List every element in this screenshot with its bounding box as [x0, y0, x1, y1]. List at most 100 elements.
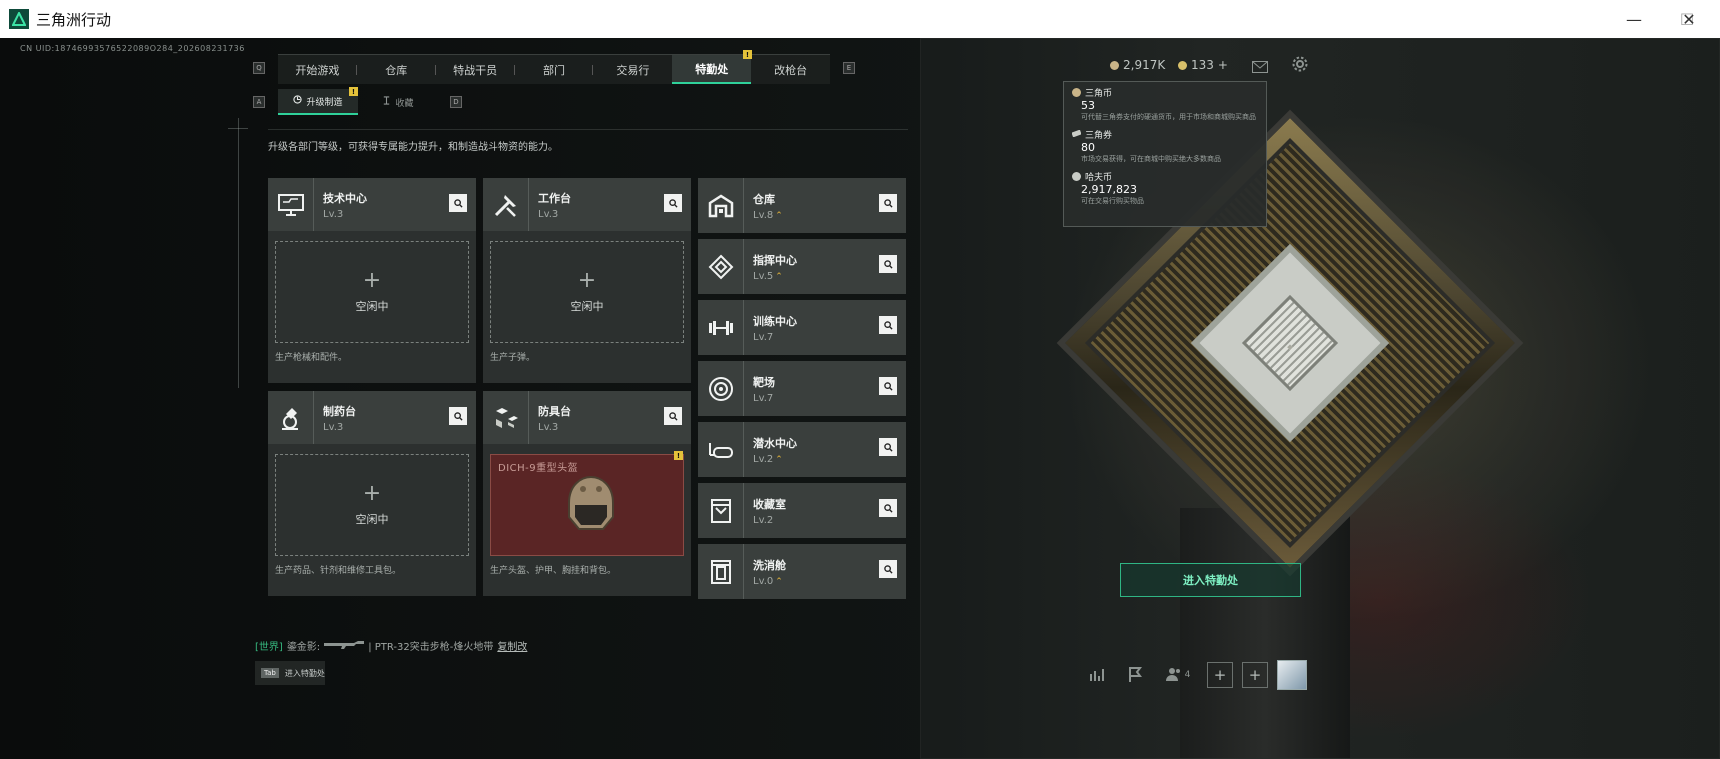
add-icon: + — [577, 268, 597, 293]
card-level: Lv.3 — [538, 208, 559, 220]
subtab-label: 升级制造 — [306, 97, 343, 108]
flag-icon[interactable] — [1120, 660, 1150, 690]
card-level: Lv.3 — [323, 421, 344, 433]
tab-label: 开始游戏 — [295, 63, 340, 77]
frame-line — [268, 129, 908, 130]
chat-channel: [世界] — [255, 642, 283, 653]
add-currency-button[interactable]: + — [1218, 58, 1228, 72]
tab-warehouse[interactable]: 仓库 — [357, 55, 436, 84]
production-slot-empty[interactable]: + 空闲中 — [275, 241, 469, 343]
dumbbell-icon — [698, 300, 744, 355]
tab-operators[interactable]: 特战干员 — [436, 55, 515, 84]
enter-special-ops-hint[interactable]: Tab 进入特勤处 — [255, 661, 325, 685]
facility-name: 训练中心 — [753, 314, 797, 328]
facility-level: Lv.5 — [753, 270, 774, 282]
stats-icon[interactable] — [1082, 660, 1112, 690]
tab-gunsmith[interactable]: 改枪台 — [751, 55, 830, 84]
facility-level: Lv.2 — [753, 514, 774, 526]
card-title: 制药台 — [323, 404, 356, 418]
production-slot-empty[interactable]: + 空闲中 — [275, 454, 469, 556]
player-avatar[interactable] — [1277, 660, 1307, 690]
computer-icon — [268, 178, 314, 231]
search-icon[interactable] — [449, 194, 467, 212]
card-description: 生产药品、针剂和维修工具包。 — [275, 566, 402, 576]
coin-icon — [1072, 172, 1081, 181]
search-icon[interactable] — [879, 377, 897, 395]
currency-tooltip: 三角币 53 可代替三角券支付的硬通货币，用于市场和商城购买商品 三角券 80 … — [1063, 81, 1267, 227]
card-title: 工作台 — [538, 191, 571, 205]
card-header[interactable]: 制药台 Lv.3 — [268, 391, 476, 444]
tab-departments[interactable]: 部门 — [515, 55, 594, 84]
search-icon[interactable] — [664, 194, 682, 212]
page-intro: 升级各部门等级，可获得专属能力提升，和制造战斗物资的能力。 — [268, 142, 558, 153]
world-chat-message: [世界] 鎏金影: | PTR-32突击步枪-烽火地带 复制改 — [255, 638, 527, 653]
currency-desc: 可在交易行购买物品 — [1081, 197, 1144, 205]
card-workbench: 工作台 Lv.3 + 空闲中 生产子弹。 — [483, 178, 691, 383]
upgrade-icon — [293, 95, 303, 107]
currency-name: 三角券 — [1085, 131, 1113, 141]
settings-gear-icon[interactable] — [1292, 56, 1308, 76]
tab-start-game[interactable]: 开始游戏 — [278, 55, 357, 84]
tab-trading[interactable]: 交易行 — [593, 55, 672, 84]
production-slot-active[interactable]: DICH-9重型头盔 — [490, 454, 684, 556]
decon-icon — [698, 544, 744, 599]
collection-room-icon — [698, 483, 744, 538]
ticket-balance[interactable]: 133 + — [1178, 58, 1228, 72]
enter-special-ops-button[interactable]: 进入特勤处 — [1120, 563, 1301, 597]
cubes-icon — [483, 391, 529, 444]
tab-alert-badge: ! — [743, 50, 752, 59]
search-icon[interactable] — [879, 499, 897, 517]
search-icon[interactable] — [879, 560, 897, 578]
close-button[interactable]: ✕ — [1660, 0, 1718, 38]
search-icon[interactable] — [879, 438, 897, 456]
app-logo-icon — [9, 9, 29, 29]
tab-label: 仓库 — [385, 63, 408, 77]
card-header[interactable]: 技术中心 Lv.3 — [268, 178, 476, 231]
currency-desc: 可代替三角券支付的硬通货币，用于市场和商城购买商品 — [1081, 113, 1256, 121]
facility-diving-center[interactable]: 潜水中心 Lv.2 ⌃ — [698, 422, 906, 477]
facility-name: 洗消舱 — [753, 558, 786, 572]
hint-label: 进入特勤处 — [284, 668, 325, 678]
prev-tab-key[interactable]: Q — [253, 62, 265, 74]
search-icon[interactable] — [879, 194, 897, 212]
currency-desc: 市场交易获得，可在商城中购买绝大多数商品 — [1081, 155, 1221, 163]
copy-build-link[interactable]: 复制改 — [497, 638, 527, 653]
add-party-slot-button[interactable]: + — [1242, 662, 1268, 688]
next-tab-key[interactable]: E — [843, 62, 855, 74]
bottom-toolbar: 4 + + — [1082, 660, 1307, 690]
coin-icon — [1110, 60, 1119, 70]
next-subtab-key[interactable]: D — [450, 96, 462, 108]
card-header[interactable]: 工作台 Lv.3 — [483, 178, 691, 231]
card-level: Lv.3 — [538, 421, 559, 433]
tooltip-item-haf-coin: 哈夫币 2,917,823 可在交易行购买物品 — [1072, 170, 1258, 206]
facility-decon-chamber[interactable]: 洗消舱 Lv.0 ⌃ — [698, 544, 906, 599]
card-title: 技术中心 — [323, 191, 367, 205]
search-icon[interactable] — [879, 255, 897, 273]
facility-collection-room[interactable]: 收藏室 Lv.2 — [698, 483, 906, 538]
upgrade-available-icon: ⌃ — [775, 271, 783, 282]
facility-command-center[interactable]: 指挥中心 Lv.5 ⌃ — [698, 239, 906, 294]
subtab-upgrade-craft[interactable]: 升级制造 — [278, 89, 358, 115]
add-party-slot-button[interactable]: + — [1207, 662, 1233, 688]
prev-subtab-key[interactable]: A — [253, 96, 265, 108]
window-titlebar: 三角洲行动 — ☐ ✕ — [0, 0, 1720, 38]
tab-special-ops[interactable]: 特勤处 — [672, 55, 752, 84]
search-icon[interactable] — [664, 407, 682, 425]
facility-shooting-range[interactable]: 靶场 Lv.7 — [698, 361, 906, 416]
coin-balance[interactable]: 2,917K — [1110, 58, 1165, 72]
mail-icon[interactable] — [1252, 58, 1268, 77]
friends-button[interactable]: 4 — [1158, 660, 1198, 690]
slot-status: 空闲中 — [355, 513, 389, 526]
subtab-label: 收藏 — [395, 98, 414, 109]
minimize-button[interactable]: — — [1605, 0, 1663, 38]
card-header[interactable]: 防具台 Lv.3 — [483, 391, 691, 444]
search-icon[interactable] — [879, 316, 897, 334]
subtab-collection[interactable]: 收藏 — [358, 89, 438, 115]
coin-icon — [1072, 88, 1081, 97]
chat-user[interactable]: 鎏金影: — [287, 638, 320, 653]
warehouse-icon — [698, 178, 744, 233]
facility-training-center[interactable]: 训练中心 Lv.7 — [698, 300, 906, 355]
facility-warehouse[interactable]: 仓库 Lv.8 ⌃ — [698, 178, 906, 233]
production-slot-empty[interactable]: + 空闲中 — [490, 241, 684, 343]
search-icon[interactable] — [449, 407, 467, 425]
